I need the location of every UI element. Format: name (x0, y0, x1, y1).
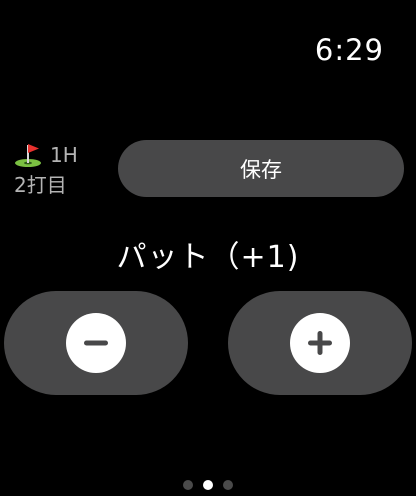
plus-circle (290, 313, 350, 373)
page-dot (223, 480, 233, 490)
page-dot-active (203, 480, 213, 490)
stroke-count: 2打目 (14, 173, 67, 197)
page-dot (183, 480, 193, 490)
clock-time: 6:29 (314, 33, 384, 67)
plus-icon (308, 331, 332, 355)
page-indicator (0, 480, 416, 490)
decrement-putt-button[interactable] (4, 291, 188, 395)
putt-title: パット（+1) (116, 240, 300, 275)
hole-number: 1H (50, 143, 78, 167)
minus-circle (66, 313, 126, 373)
minus-icon (84, 340, 108, 346)
save-button[interactable]: 保存 (118, 140, 404, 197)
golf-flag-icon (14, 142, 42, 168)
hole-info: 1H 2打目 (14, 140, 78, 200)
hole-line: 1H (14, 140, 78, 170)
increment-putt-button[interactable] (228, 291, 412, 395)
